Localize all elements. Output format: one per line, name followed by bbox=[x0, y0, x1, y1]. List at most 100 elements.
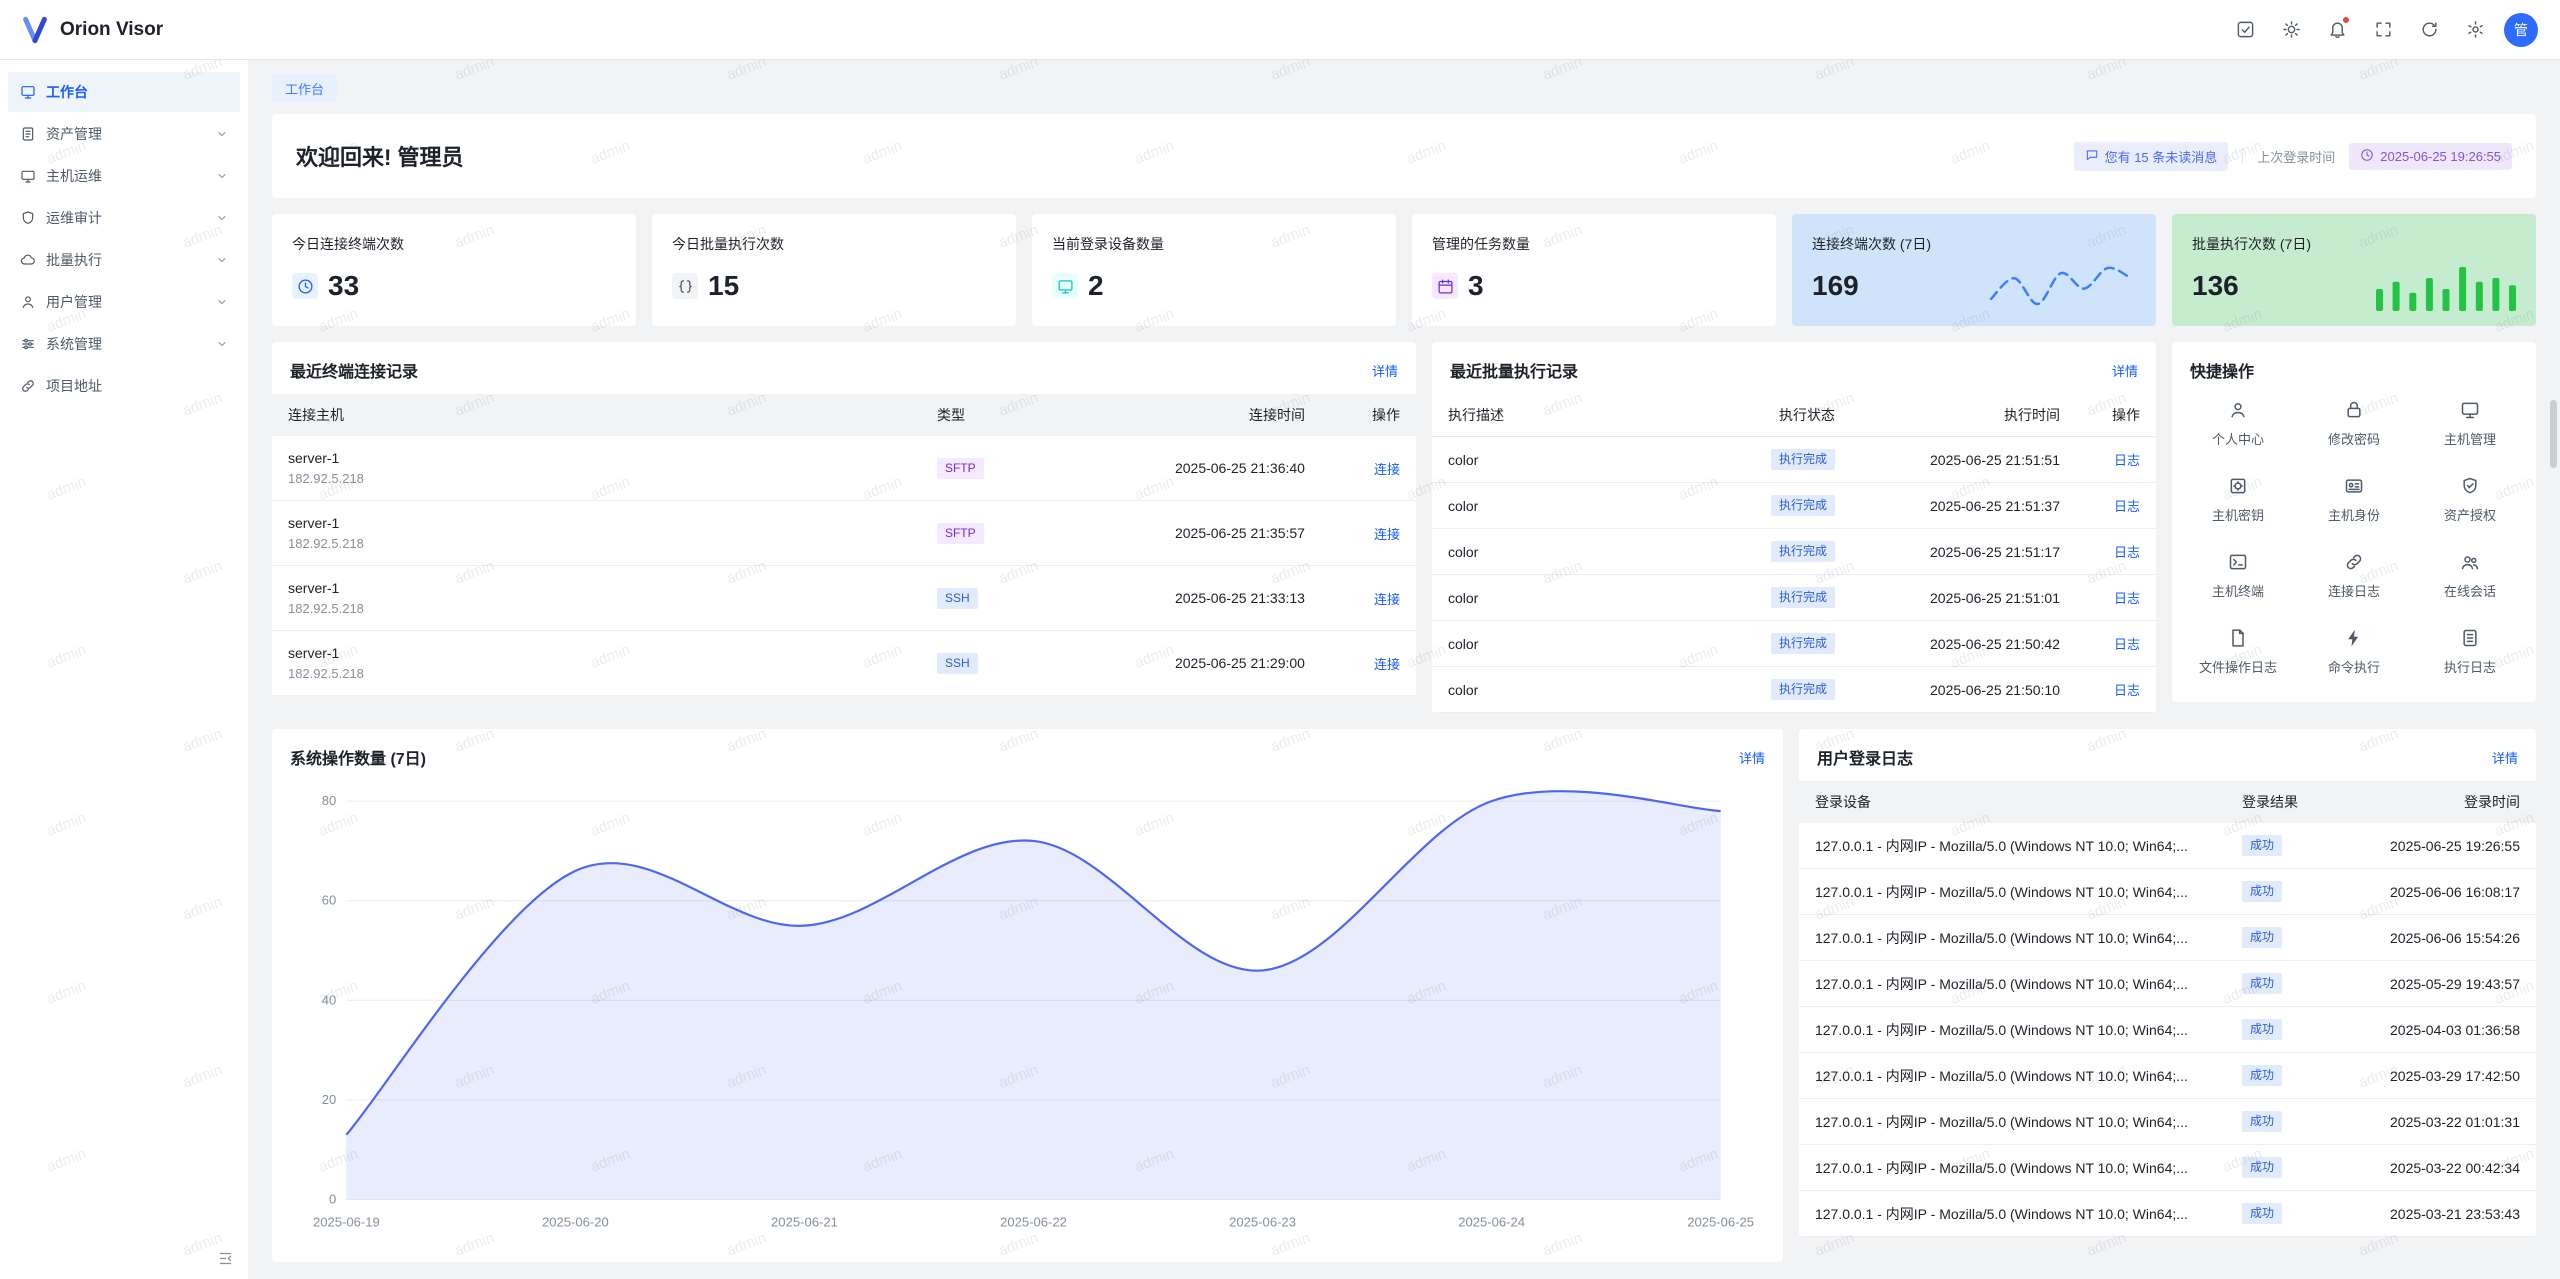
user-avatar[interactable]: 管 bbox=[2504, 13, 2538, 47]
batch-record-row: color 执行完成 2025-06-25 21:51:01 日志 bbox=[1432, 575, 2156, 621]
connection-time: 2025-06-25 21:36:40 bbox=[1061, 436, 1321, 501]
shieldcheck-icon bbox=[2460, 476, 2480, 496]
quick-action-chain[interactable]: 连接日志 bbox=[2296, 552, 2412, 600]
login-log-row: 127.0.0.1 - 内网IP - Mozilla/5.0 (Windows … bbox=[1799, 823, 2536, 869]
quick-action-terminal[interactable]: 主机终端 bbox=[2180, 552, 2296, 600]
column-header: 操作 bbox=[1321, 394, 1416, 436]
message-icon bbox=[2085, 148, 2099, 165]
quick-action-safe[interactable]: 主机密钥 bbox=[2180, 476, 2296, 524]
welcome-title: 欢迎回来! 管理员 bbox=[296, 140, 463, 172]
batch-records-detail-link[interactable]: 详情 bbox=[2112, 361, 2138, 380]
breadcrumb-item-workbench[interactable]: 工作台 bbox=[272, 74, 337, 102]
quick-action-label: 连接日志 bbox=[2328, 581, 2380, 600]
login-log-row: 127.0.0.1 - 内网IP - Mozilla/5.0 (Windows … bbox=[1799, 961, 2536, 1007]
batch-records-title: 最近批量执行记录 bbox=[1450, 358, 1578, 382]
sidebar-item-2[interactable]: 主机运维 bbox=[8, 156, 240, 196]
asset-icon bbox=[20, 126, 36, 142]
connect-link[interactable]: 连接 bbox=[1374, 657, 1400, 672]
lock-icon bbox=[2344, 400, 2364, 420]
log-link[interactable]: 日志 bbox=[2114, 453, 2140, 468]
stat-value: 136 bbox=[2192, 270, 2239, 302]
sidebar-item-4[interactable]: 批量执行 bbox=[8, 240, 240, 280]
safe-icon bbox=[2228, 476, 2248, 496]
log-link[interactable]: 日志 bbox=[2114, 545, 2140, 560]
host-ip: 182.92.5.218 bbox=[288, 600, 905, 618]
log-link[interactable]: 日志 bbox=[2114, 591, 2140, 606]
chevron-down-icon bbox=[216, 254, 228, 266]
exec-description: color bbox=[1432, 667, 1701, 713]
quick-action-label: 主机身份 bbox=[2328, 505, 2380, 524]
sidebar-item-label: 用户管理 bbox=[46, 292, 216, 312]
batch-record-row: color 执行完成 2025-06-25 21:50:42 日志 bbox=[1432, 621, 2156, 667]
exec-description: color bbox=[1432, 575, 1701, 621]
stat-value: 169 bbox=[1812, 270, 1859, 302]
sidebar-item-3[interactable]: 运维审计 bbox=[8, 198, 240, 238]
system-icon bbox=[20, 336, 36, 352]
system-operations-detail-link[interactable]: 详情 bbox=[1739, 748, 1765, 767]
login-logs-detail-link[interactable]: 详情 bbox=[2492, 748, 2518, 767]
quick-action-file[interactable]: 文件操作日志 bbox=[2180, 628, 2296, 676]
exec-status-tag: 执行完成 bbox=[1771, 495, 1835, 516]
quick-action-lock[interactable]: 修改密码 bbox=[2296, 400, 2412, 448]
login-logs-table: 登录设备登录结果登录时间 127.0.0.1 - 内网IP - Mozilla/… bbox=[1799, 781, 2536, 1237]
quick-action-label: 执行日志 bbox=[2444, 657, 2496, 676]
login-log-row: 127.0.0.1 - 内网IP - Mozilla/5.0 (Windows … bbox=[1799, 1145, 2536, 1191]
settings-gear-icon[interactable] bbox=[2458, 13, 2492, 47]
quick-action-people[interactable]: 在线会话 bbox=[2412, 552, 2528, 600]
sidebar-item-label: 系统管理 bbox=[46, 334, 216, 354]
connect-link[interactable]: 连接 bbox=[1374, 592, 1400, 607]
batch-icon bbox=[20, 252, 36, 268]
user-icon bbox=[2228, 400, 2248, 420]
host-ip: 182.92.5.218 bbox=[288, 470, 905, 488]
svg-text:2025-06-21: 2025-06-21 bbox=[771, 1215, 838, 1230]
login-result-tag: 成功 bbox=[2242, 881, 2282, 902]
protocol-tag: SFTP bbox=[937, 523, 984, 544]
quick-action-desktop[interactable]: 主机管理 bbox=[2412, 400, 2528, 448]
quick-action-label: 修改密码 bbox=[2328, 429, 2380, 448]
quick-action-idcard[interactable]: 主机身份 bbox=[2296, 476, 2412, 524]
sidebar-item-7[interactable]: 项目地址 bbox=[8, 366, 240, 406]
quick-action-user[interactable]: 个人中心 bbox=[2180, 400, 2296, 448]
sidebar-item-1[interactable]: 资产管理 bbox=[8, 114, 240, 154]
quick-action-label: 文件操作日志 bbox=[2199, 657, 2277, 676]
terminal-records-title: 最近终端连接记录 bbox=[290, 358, 418, 382]
refresh-icon[interactable] bbox=[2412, 13, 2446, 47]
terminal-records-detail-link[interactable]: 详情 bbox=[1372, 361, 1398, 380]
sidebar-item-0[interactable]: 工作台 bbox=[8, 72, 240, 112]
divider bbox=[2242, 148, 2243, 164]
stat-label: 今日连接终端次数 bbox=[292, 234, 616, 254]
quick-action-label: 在线会话 bbox=[2444, 581, 2496, 600]
quick-action-bolt[interactable]: 命令执行 bbox=[2296, 628, 2412, 676]
theme-sun-icon[interactable] bbox=[2274, 13, 2308, 47]
log-link[interactable]: 日志 bbox=[2114, 683, 2140, 698]
login-time: 2025-04-03 01:36:58 bbox=[2341, 1007, 2536, 1053]
notifications-bell-icon[interactable] bbox=[2320, 13, 2354, 47]
log-link[interactable]: 日志 bbox=[2114, 637, 2140, 652]
sidebar-item-5[interactable]: 用户管理 bbox=[8, 282, 240, 322]
svg-text:80: 80 bbox=[322, 793, 337, 808]
exec-time: 2025-06-25 21:51:37 bbox=[1851, 483, 2076, 529]
quick-action-doclist[interactable]: 执行日志 bbox=[2412, 628, 2528, 676]
exec-description: color bbox=[1432, 621, 1701, 667]
connect-link[interactable]: 连接 bbox=[1374, 527, 1400, 542]
audit-icon bbox=[20, 210, 36, 226]
scrollbar-thumb[interactable] bbox=[2550, 400, 2557, 468]
sidebar-item-label: 批量执行 bbox=[46, 250, 216, 270]
collapse-sidebar-icon[interactable] bbox=[217, 1250, 234, 1267]
protocol-tag: SFTP bbox=[937, 458, 984, 479]
column-header: 登录结果 bbox=[2226, 781, 2341, 823]
app-check-icon[interactable] bbox=[2228, 13, 2262, 47]
chevron-down-icon bbox=[216, 212, 228, 224]
unread-messages-badge[interactable]: 您有 15 条未读消息 bbox=[2074, 142, 2229, 171]
exec-description: color bbox=[1432, 529, 1701, 575]
fullscreen-icon[interactable] bbox=[2366, 13, 2400, 47]
svg-text:60: 60 bbox=[322, 893, 337, 908]
svg-text:40: 40 bbox=[322, 992, 337, 1007]
connection-time: 2025-06-25 21:29:00 bbox=[1061, 631, 1321, 696]
sidebar-item-6[interactable]: 系统管理 bbox=[8, 324, 240, 364]
login-device: 127.0.0.1 - 内网IP - Mozilla/5.0 (Windows … bbox=[1799, 915, 2226, 961]
quick-action-shieldcheck[interactable]: 资产授权 bbox=[2412, 476, 2528, 524]
connect-link[interactable]: 连接 bbox=[1374, 462, 1400, 477]
log-link[interactable]: 日志 bbox=[2114, 499, 2140, 514]
clock-icon bbox=[2360, 148, 2374, 165]
